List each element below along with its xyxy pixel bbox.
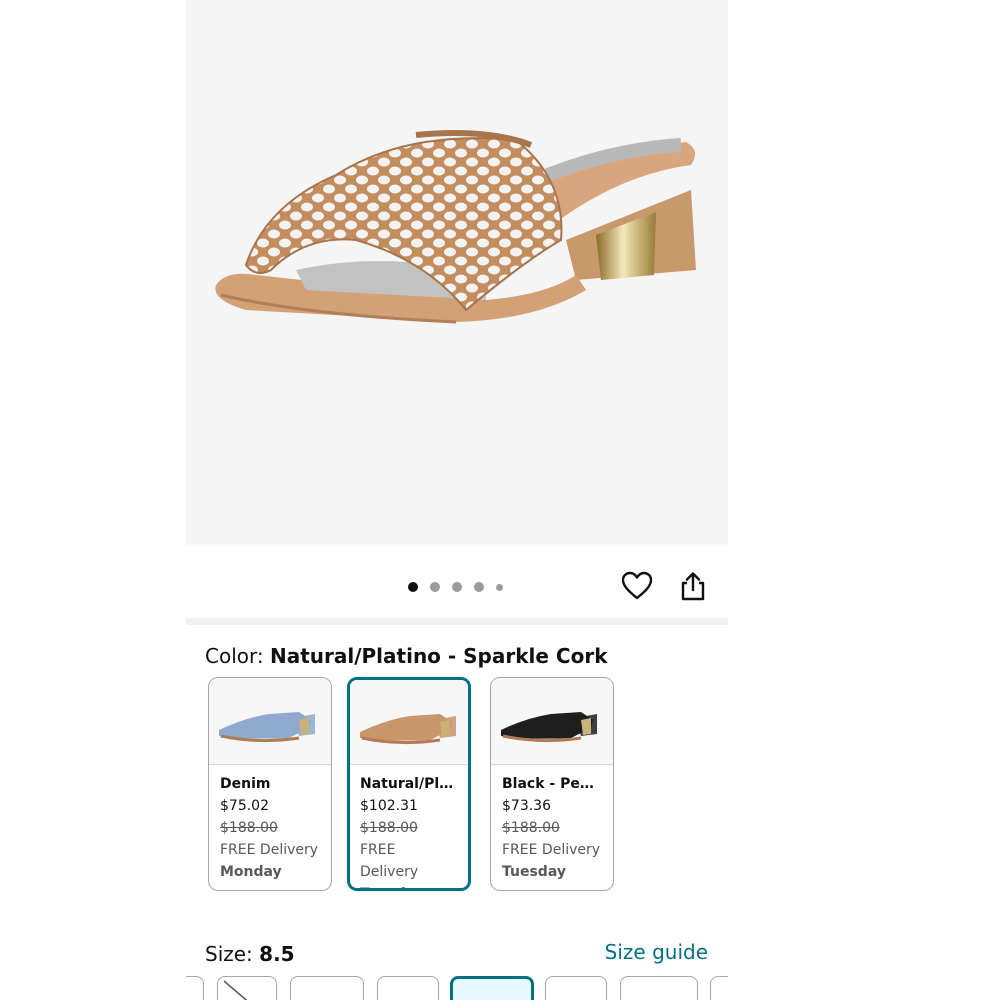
swatch-name: Natural/Plati... — [360, 776, 458, 792]
swatch-sandal-image — [360, 714, 456, 745]
carousel-dot[interactable] — [496, 583, 503, 591]
carousel-dot[interactable] — [408, 582, 418, 592]
swatch-delivery: FREE Delivery — [502, 842, 601, 858]
swatch-list-price: $188.00 — [502, 820, 560, 836]
size-guide-link[interactable]: Size guide — [605, 940, 708, 964]
image-carousel-dots[interactable] — [408, 582, 503, 592]
swatch-thumbnail — [350, 680, 468, 765]
share-icon[interactable] — [677, 570, 709, 602]
swatch-name: Black - Pebbl... — [502, 776, 602, 792]
color-label: Color: — [205, 644, 270, 668]
swatch-price: $102.31 — [360, 798, 418, 814]
swatch-delivery-day: Tuesday — [360, 883, 458, 888]
size-label: Size: — [205, 942, 260, 966]
swatch-thumbnail — [491, 678, 613, 765]
swatch-info: Natural/Plati... $102.31 $188.00 FREE Deliv… — [350, 765, 468, 888]
product-image[interactable] — [186, 0, 728, 545]
color-selection-label: Color: Natural/Platino - Sparkle Cork — [205, 643, 608, 669]
sandal-image — [215, 129, 696, 324]
swatch-thumbnail — [209, 678, 331, 765]
swatch-delivery-day: Tuesday — [502, 864, 566, 880]
unavailable-slash-icon — [223, 980, 248, 1000]
size-option[interactable] — [186, 976, 204, 1000]
carousel-dot[interactable] — [474, 582, 484, 592]
swatch-list-price: $188.00 — [220, 820, 278, 836]
swatch-sandal-image — [219, 712, 315, 743]
section-divider — [186, 618, 728, 625]
swatch-price: $73.36 — [502, 798, 551, 814]
size-option-selected[interactable] — [450, 976, 534, 1000]
size-option-unavailable[interactable] — [217, 976, 277, 1000]
heart-icon[interactable] — [621, 570, 653, 602]
color-swatch-card[interactable]: Natural/Plati... $102.31 $188.00 FREE Deliv… — [347, 677, 471, 891]
swatch-list-price: $188.00 — [360, 820, 418, 836]
color-value: Natural/Platino - Sparkle Cork — [269, 644, 608, 668]
size-option[interactable] — [620, 976, 698, 1000]
swatch-delivery: FREE Delivery — [360, 842, 419, 880]
swatch-delivery: FREE Delivery — [220, 842, 319, 858]
swatch-info: Denim $75.02 $188.00 FREE Delivery Monday — [209, 765, 331, 890]
size-value: 8.5 — [259, 942, 295, 966]
carousel-dot[interactable] — [452, 582, 462, 592]
color-swatch-card[interactable]: Denim $75.02 $188.00 FREE Delivery Monday — [208, 677, 332, 891]
carousel-dot[interactable] — [430, 582, 440, 592]
size-selection-label: Size: 8.5 — [205, 941, 295, 967]
swatch-sandal-image — [501, 712, 597, 743]
swatch-delivery-day: Monday — [220, 864, 282, 880]
size-option[interactable] — [290, 976, 364, 1000]
swatch-price: $75.02 — [220, 798, 269, 814]
product-panel: Color: Natural/Platino - Sparkle Cork De… — [186, 0, 728, 1000]
size-option[interactable] — [545, 976, 607, 1000]
swatch-name: Denim — [220, 776, 271, 792]
swatch-info: Black - Pebbl... $73.36 $188.00 FREE Delive… — [491, 765, 613, 890]
size-option[interactable] — [377, 976, 439, 1000]
size-option[interactable] — [710, 976, 728, 1000]
color-swatch-card[interactable]: Black - Pebbl... $73.36 $188.00 FREE Delive… — [490, 677, 614, 891]
